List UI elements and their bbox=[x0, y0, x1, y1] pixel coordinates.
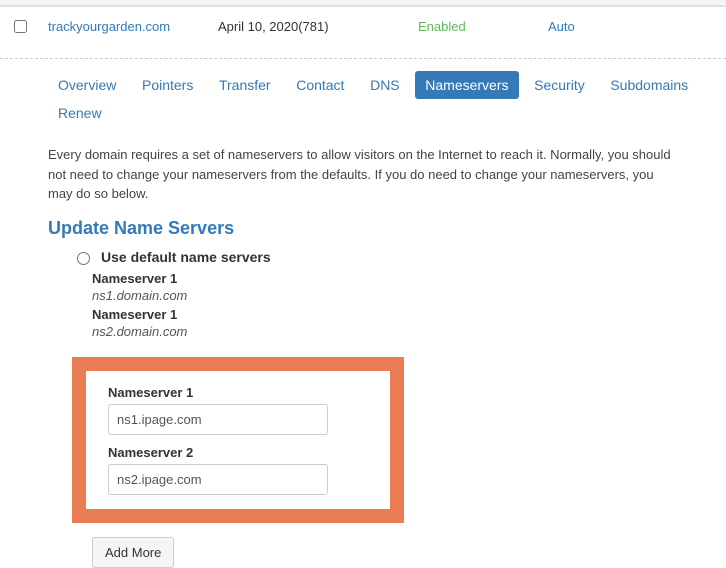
row-checkbox[interactable] bbox=[14, 20, 27, 33]
divider bbox=[0, 58, 726, 59]
default-ns-block: Nameserver 1 ns1.domain.com Nameserver 1… bbox=[92, 271, 678, 339]
add-more-button[interactable]: Add More bbox=[92, 537, 174, 568]
default-ns2-value: ns2.domain.com bbox=[92, 324, 678, 339]
default-ns1-label: Nameserver 1 bbox=[92, 271, 678, 286]
domain-status: Enabled bbox=[418, 19, 466, 34]
custom-ns1-label: Nameserver 1 bbox=[108, 385, 368, 400]
table-row: trackyourgarden.com April 10, 2020(781) … bbox=[0, 7, 726, 47]
section-title: Update Name Servers bbox=[48, 218, 678, 239]
tab-contact[interactable]: Contact bbox=[286, 71, 354, 99]
default-ns2-label: Nameserver 1 bbox=[92, 307, 678, 322]
tab-transfer[interactable]: Transfer bbox=[209, 71, 281, 99]
tab-bar: Overview Pointers Transfer Contact DNS N… bbox=[0, 63, 726, 135]
domain-date: April 10, 2020(781) bbox=[210, 7, 410, 47]
description-text: Every domain requires a set of nameserve… bbox=[48, 145, 678, 204]
tab-overview[interactable]: Overview bbox=[48, 71, 126, 99]
custom-ns2-input[interactable] bbox=[108, 464, 328, 495]
custom-ns1-input[interactable] bbox=[108, 404, 328, 435]
custom-ns-highlight: Nameserver 1 Nameserver 2 bbox=[72, 357, 404, 523]
tab-pointers[interactable]: Pointers bbox=[132, 71, 203, 99]
use-default-label: Use default name servers bbox=[101, 249, 271, 265]
tab-security[interactable]: Security bbox=[524, 71, 595, 99]
tab-nameservers[interactable]: Nameservers bbox=[415, 71, 518, 99]
domain-action[interactable]: Auto bbox=[548, 19, 575, 34]
custom-ns2-label: Nameserver 2 bbox=[108, 445, 368, 460]
tab-renew[interactable]: Renew bbox=[48, 99, 112, 127]
tab-subdomains[interactable]: Subdomains bbox=[600, 71, 698, 99]
domain-table: trackyourgarden.com April 10, 2020(781) … bbox=[0, 6, 726, 46]
domain-link[interactable]: trackyourgarden.com bbox=[48, 19, 170, 34]
tab-dns[interactable]: DNS bbox=[360, 71, 410, 99]
use-default-radio[interactable] bbox=[77, 252, 90, 265]
default-ns1-value: ns1.domain.com bbox=[92, 288, 678, 303]
